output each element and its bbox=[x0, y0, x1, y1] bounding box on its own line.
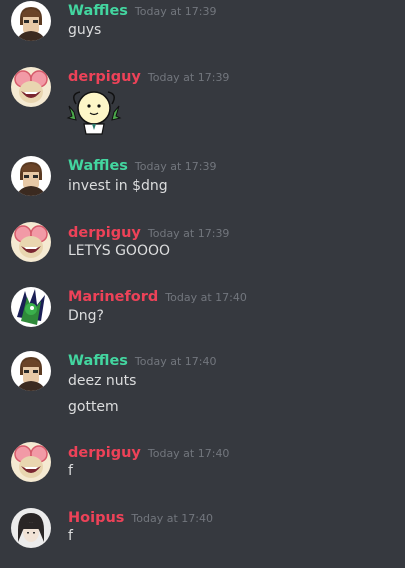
username[interactable]: derpiguy bbox=[68, 445, 141, 461]
message-text: invest in $dng bbox=[68, 178, 168, 194]
timestamp: Today at 17:40 bbox=[134, 355, 217, 368]
timestamp: Today at 17:39 bbox=[147, 227, 230, 240]
derpiguy-avatar[interactable] bbox=[11, 222, 51, 262]
timestamp: Today at 17:40 bbox=[147, 447, 230, 460]
timestamp: Today at 17:40 bbox=[131, 512, 213, 525]
marineford-avatar[interactable] bbox=[11, 287, 51, 327]
message-header: Waffles Today at 17:39 bbox=[68, 0, 216, 19]
message-header: derpiguy Today at 17:39 bbox=[68, 66, 229, 85]
timestamp: Today at 17:39 bbox=[147, 71, 230, 84]
message-header: Marineford Today at 17:40 bbox=[68, 286, 247, 305]
message-text: deez nuts bbox=[68, 373, 137, 389]
waffles-avatar[interactable] bbox=[11, 351, 51, 391]
derpiguy-avatar[interactable] bbox=[11, 442, 51, 482]
timestamp: Today at 17:39 bbox=[134, 160, 217, 173]
message-header: derpiguy Today at 17:40 bbox=[68, 442, 229, 461]
message-header: Waffles Today at 17:40 bbox=[68, 350, 216, 369]
message-text: gottem bbox=[68, 399, 119, 415]
message-text: guys bbox=[68, 22, 102, 38]
message-text: LETYS GOOOO bbox=[68, 243, 171, 259]
message-header: Waffles Today at 17:39 bbox=[68, 155, 216, 174]
username[interactable]: Hoipus bbox=[68, 510, 124, 526]
username[interactable]: Waffles bbox=[68, 158, 128, 174]
message-header: derpiguy Today at 17:39 bbox=[68, 222, 229, 241]
username[interactable]: Marineford bbox=[68, 289, 158, 305]
timestamp: Today at 17:40 bbox=[165, 291, 247, 304]
username[interactable]: derpiguy bbox=[68, 69, 141, 85]
cartoon-character-sticker[interactable] bbox=[66, 84, 122, 136]
waffles-avatar[interactable] bbox=[11, 156, 51, 196]
username[interactable]: Waffles bbox=[68, 3, 128, 19]
message-text: Dng? bbox=[68, 308, 104, 324]
waffles-avatar[interactable] bbox=[11, 1, 51, 41]
username[interactable]: derpiguy bbox=[68, 225, 141, 241]
hoipus-avatar[interactable] bbox=[11, 508, 51, 548]
username[interactable]: Waffles bbox=[68, 353, 128, 369]
message-text: f bbox=[68, 528, 73, 544]
message-text: f bbox=[68, 463, 73, 479]
message-header: Hoipus Today at 17:40 bbox=[68, 507, 213, 526]
derpiguy-avatar[interactable] bbox=[11, 67, 51, 107]
timestamp: Today at 17:39 bbox=[134, 5, 217, 18]
